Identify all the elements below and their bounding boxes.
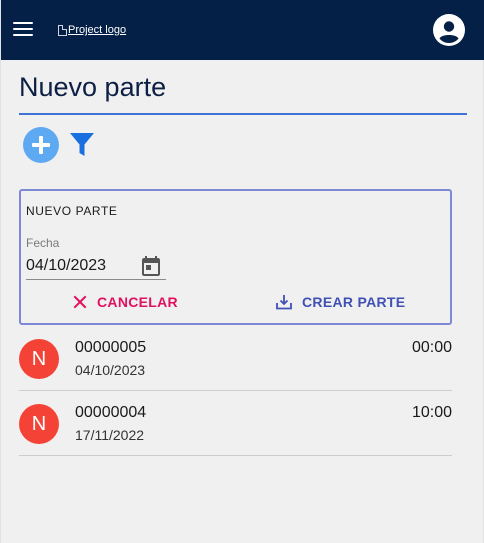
close-icon: [73, 295, 87, 309]
project-logo[interactable]: Project logo: [58, 23, 126, 37]
download-tray-icon: [276, 295, 292, 310]
part-time: 00:00: [411, 339, 452, 356]
list-item[interactable]: N 00000004 17/11/2022 10:00: [19, 390, 452, 456]
title-divider: [19, 113, 467, 115]
avatar: N: [19, 404, 59, 444]
part-code: 00000005: [75, 339, 147, 356]
page-title: Nuevo parte: [19, 72, 167, 102]
menu-line: [13, 22, 33, 25]
create-part-button[interactable]: CREAR PARTE: [275, 291, 405, 313]
form-title: NUEVO PARTE: [26, 204, 118, 218]
menu-line: [13, 34, 33, 37]
part-time: 10:00: [411, 404, 452, 421]
create-part-button-label: CREAR PARTE: [302, 294, 406, 310]
broken-image-icon: [58, 24, 67, 36]
date-label: Fecha: [26, 236, 60, 250]
cancel-button-label: CANCELAR: [97, 294, 178, 310]
top-app-bar: Project logo: [1, 0, 484, 60]
menu-line: [13, 28, 33, 31]
add-circle-icon[interactable]: [23, 127, 59, 163]
new-part-form: NUEVO PARTE Fecha CANCELAR CREAR PARTE: [19, 189, 452, 325]
date-field[interactable]: [26, 254, 134, 278]
filter-icon[interactable]: [69, 131, 95, 159]
part-date: 04/10/2023: [75, 362, 146, 378]
cancel-button[interactable]: CANCELAR: [73, 292, 178, 312]
logo-alt-text: Project logo: [68, 24, 127, 36]
calendar-icon[interactable]: [139, 254, 163, 278]
date-field-underline: [26, 279, 166, 280]
list-item[interactable]: N 00000005 04/10/2023 00:00: [19, 325, 452, 391]
hamburger-menu-icon[interactable]: [13, 21, 33, 37]
avatar: N: [19, 339, 59, 379]
part-code: 00000004: [75, 404, 147, 421]
part-date: 17/11/2022: [75, 427, 145, 443]
account-circle-icon[interactable]: [433, 14, 465, 46]
